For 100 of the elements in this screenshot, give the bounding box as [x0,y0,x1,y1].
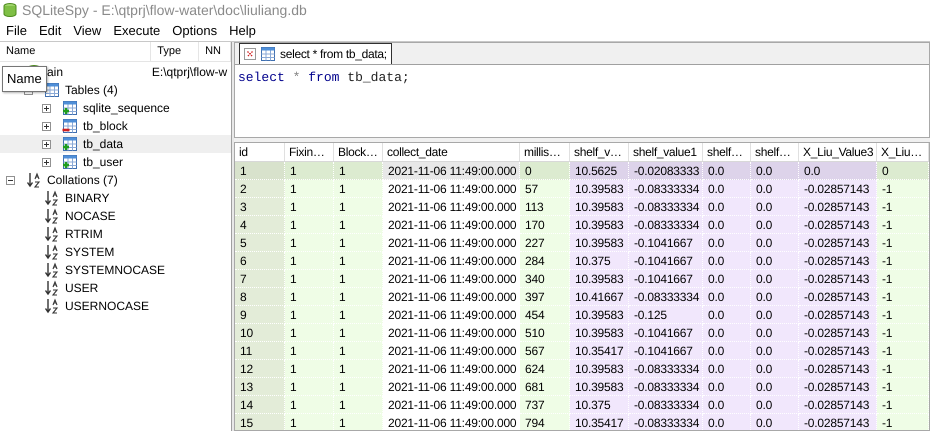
table-cell: -0.02857143 [799,234,877,252]
menu-item[interactable]: Edit [32,24,68,37]
table-cell: 567 [520,342,570,360]
table-cell: 0.0 [751,198,799,216]
table-cell: 1 [285,198,334,216]
table-cell: 0.0 [703,288,751,306]
table-cell: 10.39583 [570,198,629,216]
table-cell: 0.0 [751,342,799,360]
tree-item-label[interactable]: Tables (4) [65,81,118,99]
column-header[interactable]: millis… [520,143,570,161]
selected-row[interactable]: 1 1 1 2021-11-06 11:49:00.000 0 10.5625 -0.02083333 0.0 0.0 0.0 0 [235,162,929,180]
query-tab[interactable]: select * from tb_data; [239,43,392,64]
tree-item-label[interactable]: SYSTEMNOCASE [65,261,166,279]
sql-editor-text[interactable]: select * from tb_data; [238,70,410,85]
tree-item-label[interactable]: tb_data [83,135,124,153]
tree-item-label[interactable]: tb_user [83,153,124,171]
table-cell: 10.41667 [570,288,629,306]
table-cell: 1 [334,360,383,378]
table-cell: 14 [235,396,285,414]
tree-item-label[interactable]: USERNOCASE [65,297,150,315]
column-header[interactable]: Fixin… [285,143,334,161]
tree-item-label[interactable]: NOCASE [65,207,116,225]
table-cell: 0.0 [703,342,751,360]
table-cell: 1 [285,342,334,360]
column-header[interactable]: Name [0,42,152,61]
table-cell: -0.02857143 [799,216,877,234]
table-cell: 454 [520,306,570,324]
table-cell: -1 [877,198,929,216]
column-header[interactable]: Block… [334,143,383,161]
tree-item-label[interactable]: SYSTEM [65,243,114,261]
tree-item-label[interactable]: BINARY [65,189,110,207]
table-cell: 1 [285,360,334,378]
table-cell: 0.0 [751,270,799,288]
table-cell: 1 [334,324,383,342]
table-cell: -0.08333334 [629,396,703,414]
table-cell: -0.08333334 [629,378,703,396]
table-cell: 10 [235,324,285,342]
table-cell: -0.02083333 [629,162,703,180]
table-cell: 681 [520,378,570,396]
column-header[interactable]: X_Liu_Value3 [799,143,877,161]
table-cell: 1 [334,180,383,198]
table-cell: 1 [334,378,383,396]
table-cell: 1 [285,306,334,324]
tree-item-label[interactable]: Collations (7) [47,171,118,189]
table-cell: 227 [520,234,570,252]
table-cell: 0.0 [703,180,751,198]
table-cell: 0.0 [751,324,799,342]
column-header[interactable]: id [235,143,285,161]
column-header[interactable]: shelf… [703,143,751,161]
column-header[interactable]: Type [151,42,200,61]
table-cell: 1 [285,378,334,396]
table-cell: 1 [334,342,383,360]
column-header[interactable]: shelf… [751,143,799,161]
table-cell: 1 [285,288,334,306]
column-header[interactable]: NN [199,42,231,61]
table-cell: 9 [235,306,285,324]
table-cell: 0.0 [751,414,799,430]
table-cell: 0.0 [751,306,799,324]
table-cell: 1 [285,234,334,252]
table-cell: 0.0 [703,270,751,288]
table-cell: -0.02857143 [799,270,877,288]
table-cell: 1 [235,162,285,180]
table-cell: 7 [235,270,285,288]
table-cell: 0.0 [799,162,877,180]
table-cell: -0.08333334 [629,288,703,306]
table-cell: 1 [334,414,383,430]
table-cell: -1 [877,378,929,396]
table-cell: 0.0 [703,216,751,234]
table-cell: 10.39583 [570,324,629,342]
table-cell: 0.0 [751,396,799,414]
menu-item[interactable]: View [67,24,108,37]
table-cell: 10.39583 [570,378,629,396]
tree-item-label[interactable]: sqlite_sequence [83,99,170,117]
table-cell: 12 [235,360,285,378]
table-cell: -0.02857143 [799,378,877,396]
table-cell: -1 [877,270,929,288]
table-cell: -0.08333334 [629,414,703,430]
selected-tree-row[interactable]: tb_data [0,135,231,153]
menu-item[interactable]: File [0,24,33,37]
table-cell: -1 [877,342,929,360]
column-header[interactable]: X_Liu… [877,143,929,161]
table-cell: -0.02857143 [799,414,877,430]
column-header[interactable]: shelf_v… [570,143,629,161]
menu-item[interactable]: Options [166,24,224,37]
tree-item-label[interactable]: RTRIM [65,225,103,243]
tree-item-label[interactable]: ain [47,63,152,81]
tree-item-label[interactable]: USER [65,279,98,297]
menu-item[interactable]: Execute [107,24,166,37]
table-cell: 1 [285,324,334,342]
table-cell: 10.39583 [570,234,629,252]
table-cell: 1 [334,198,383,216]
column-header[interactable]: shelf_value1 [629,143,703,161]
column-header[interactable]: collect_date [383,143,520,161]
table-cell: -1 [877,288,929,306]
menu-item[interactable]: Help [223,24,262,37]
tree-item-label[interactable]: tb_block [83,117,128,135]
table-cell: 2021-11-06 11:49:00.000 [383,162,520,180]
table-cell: 737 [520,396,570,414]
table-cell: 0.0 [703,378,751,396]
table-cell: -0.02857143 [799,396,877,414]
